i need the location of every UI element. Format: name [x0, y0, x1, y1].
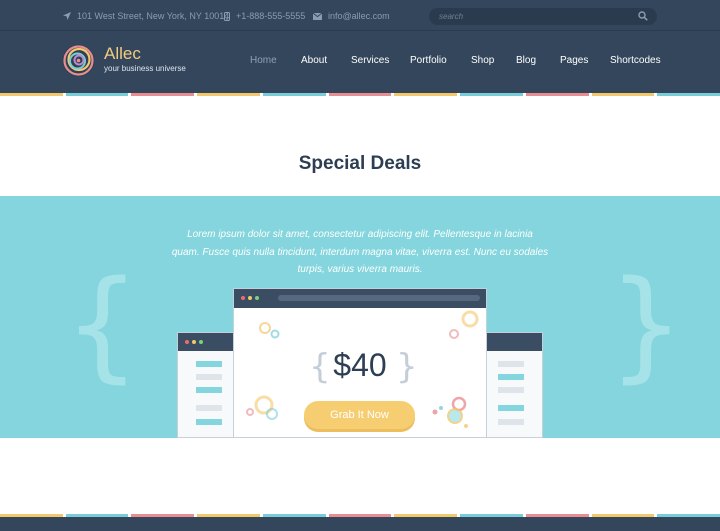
- decorative-brace-right: }: [608, 256, 685, 395]
- search-box: [429, 8, 657, 25]
- window-dot: [241, 296, 245, 300]
- top-info-bar: 101 West Street, New York, NY 10014 +1-8…: [0, 0, 720, 31]
- mock-row: [498, 405, 524, 411]
- nav-item-services[interactable]: Services: [351, 55, 389, 66]
- stripe-segment: [460, 93, 523, 96]
- stripe-segment: [525, 93, 589, 96]
- window-address-bar: [278, 295, 480, 301]
- nav-item-portfolio[interactable]: Portfolio: [410, 55, 447, 66]
- window-titlebar: [178, 333, 240, 351]
- phone-item[interactable]: +1-888-555-5555: [224, 9, 305, 23]
- nav-item-shop[interactable]: Shop: [471, 55, 494, 66]
- email-text[interactable]: info@allec.com: [328, 11, 390, 21]
- nav-item-pages[interactable]: Pages: [560, 55, 588, 66]
- stripe-segment: [262, 93, 326, 96]
- mock-row: [498, 374, 524, 380]
- stripe-segment: [197, 93, 260, 96]
- stripe-segment: [0, 93, 63, 96]
- search-input[interactable]: [439, 10, 629, 23]
- email-item[interactable]: info@allec.com: [313, 9, 390, 23]
- window-dot: [185, 340, 189, 344]
- address-text: 101 West Street, New York, NY 10014: [77, 11, 230, 21]
- description-line: turpis, varius viverra mauris.: [297, 264, 423, 275]
- phone-icon: [224, 11, 230, 21]
- deals-description: Lorem ipsum dolor sit amet, consectetur …: [160, 226, 560, 279]
- window-titlebar: [234, 289, 486, 308]
- location-arrow-icon: [63, 12, 71, 20]
- mock-row: [196, 387, 222, 393]
- mock-window-left: [177, 332, 241, 438]
- site-footer: [0, 517, 720, 531]
- mock-row: [498, 361, 524, 367]
- mock-row: [196, 361, 222, 367]
- mock-row: [196, 374, 222, 380]
- mock-row: [498, 387, 524, 393]
- nav-item-home[interactable]: Home: [250, 55, 277, 66]
- phone-text[interactable]: +1-888-555-5555: [236, 11, 305, 21]
- mock-row: [196, 419, 222, 425]
- deal-price: $40: [333, 347, 387, 383]
- stripe-segment: [657, 93, 720, 96]
- description-line: Lorem ipsum dolor sit amet, consectetur …: [187, 229, 533, 240]
- nav-item-shortcodes[interactable]: Shortcodes: [610, 55, 661, 66]
- window-dot: [248, 296, 252, 300]
- stripe-segment: [328, 93, 392, 96]
- main-nav: Home About Services Portfolio Shop Blog …: [0, 55, 720, 69]
- decorative-brace-left: {: [64, 256, 141, 395]
- deals-banner: Lorem ipsum dolor sit amet, consectetur …: [0, 196, 720, 438]
- description-line: quam. Fusce quis nulla tincidunt, interd…: [171, 246, 549, 258]
- stripe-segment: [591, 93, 655, 96]
- site-header: Allec your business universe Home About …: [0, 31, 720, 93]
- mock-window-right: [480, 332, 543, 438]
- nav-item-about[interactable]: About: [301, 55, 327, 66]
- nav-item-blog[interactable]: Blog: [516, 55, 536, 66]
- window-dot: [199, 340, 203, 344]
- address-item: 101 West Street, New York, NY 10014: [63, 9, 229, 23]
- grab-it-now-button[interactable]: Grab It Now: [304, 401, 415, 429]
- window-dot: [255, 296, 259, 300]
- color-stripe-top: [0, 93, 720, 96]
- stripe-segment: [131, 93, 195, 96]
- price-brace-right: }: [396, 347, 418, 387]
- envelope-icon: [313, 12, 322, 20]
- stripe-segment: [65, 93, 129, 96]
- window-titlebar: [481, 333, 542, 351]
- mock-row: [196, 405, 222, 411]
- stripe-segment: [394, 93, 458, 96]
- window-dot: [192, 340, 196, 344]
- mock-row: [498, 419, 524, 425]
- section-title: Special Deals: [298, 153, 422, 174]
- search-icon[interactable]: [638, 11, 648, 21]
